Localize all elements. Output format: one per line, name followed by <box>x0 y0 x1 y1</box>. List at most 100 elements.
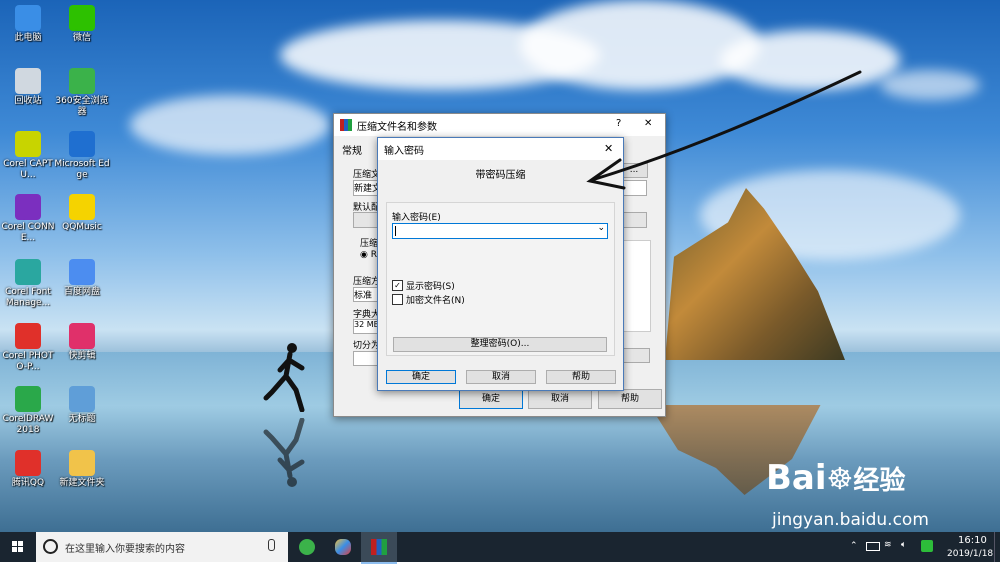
text-caret <box>395 226 396 236</box>
dict-value: 32 MB <box>354 320 380 329</box>
desktop-icon[interactable]: 微信 <box>54 5 110 44</box>
paw-icon: ☸ <box>826 462 854 497</box>
options-panel <box>621 240 651 332</box>
back-cancel-button[interactable]: 取消 <box>528 389 592 409</box>
desktop-icon-label: Microsoft Edge <box>54 159 110 180</box>
show-password-checkbox[interactable]: ✓ 显示密码(S) <box>392 279 455 292</box>
desktop-icon-label: 新建文件夹 <box>59 478 105 488</box>
runner-silhouette <box>263 343 305 412</box>
cloud <box>130 95 330 155</box>
winrar-app-icon <box>340 119 352 131</box>
desktop-icon-label: 回收站 <box>14 96 42 106</box>
archive-dialog-title: 压缩文件名和参数 <box>357 121 437 133</box>
watermark-brand: Bai <box>766 458 827 498</box>
desktop-icon[interactable]: Corel CAPTU... <box>0 131 56 181</box>
clock-date[interactable]: 2019/1/18 <box>947 549 993 559</box>
show-password-label: 显示密码(S) <box>406 282 455 292</box>
back-help-button[interactable]: 帮助 <box>598 389 662 409</box>
method-label: 压缩方 <box>353 277 381 287</box>
cloud <box>880 70 980 100</box>
chevron-down-icon[interactable]: ⌄ <box>597 223 605 233</box>
runner-reflection <box>263 418 305 487</box>
show-desktop-button[interactable] <box>994 532 1000 562</box>
desktop-icon[interactable]: 回收站 <box>0 68 56 107</box>
desktop-icon-label: Corel CAPTU... <box>3 159 53 180</box>
clock-time[interactable]: 16:10 <box>958 535 987 546</box>
desktop-icon-label: Corel CONNE... <box>1 222 55 243</box>
winrar-taskbar-icon[interactable] <box>361 532 397 564</box>
desktop-icon[interactable]: QQMusic <box>54 194 110 233</box>
qq-icon <box>15 450 41 476</box>
cancel-button[interactable]: 取消 <box>466 370 536 384</box>
chevron-up-icon[interactable]: ⌃ <box>850 541 858 551</box>
desktop-icon-label: Corel PHOTO-P... <box>2 351 54 372</box>
desktop-icon-label: 快剪辑 <box>68 351 96 361</box>
desktop-icon-label: CorelDRAW 2018 <box>2 414 54 435</box>
taskbar: 在这里输入你要搜索的内容 ⌃ ≋ 🔈︎ 16:10 2019/1/18 <box>0 532 1000 564</box>
desktop-icon-label: QQMusic <box>62 222 102 232</box>
split-label: 切分为 <box>353 341 381 351</box>
battery-icon[interactable] <box>866 542 880 551</box>
desktop-icon-label: 微信 <box>72 33 91 43</box>
desktop-icon[interactable]: 新建文件夹 <box>54 450 110 489</box>
password-label: 输入密码(E) <box>392 213 441 223</box>
baidu-watermark-logo: Bai☸经验 <box>766 458 905 498</box>
checkbox-checked-icon: ✓ <box>392 280 403 291</box>
untitled-icon <box>69 386 95 412</box>
edge-icon <box>69 131 95 157</box>
corel-font-icon <box>15 259 41 285</box>
watermark-brand-cn: 经验 <box>853 466 906 496</box>
360-browser-taskbar-icon[interactable] <box>289 532 325 562</box>
desktop-icon-label: 百度网盘 <box>63 287 100 297</box>
encrypt-filenames-checkbox[interactable]: 加密文件名(N) <box>392 293 465 306</box>
desktop-icon[interactable]: CorelDRAW 2018 <box>0 386 56 436</box>
back-ok-button[interactable]: 确定 <box>459 389 523 409</box>
password-input[interactable]: ⌄ <box>392 223 608 239</box>
method-value: 标准 <box>354 291 373 301</box>
coreldraw-icon <box>15 386 41 412</box>
folder-icon <box>69 450 95 476</box>
help-button[interactable]: 帮助 <box>546 370 616 384</box>
desktop-icon-label: Corel Font Manage... <box>5 287 51 308</box>
search-box[interactable]: 在这里输入你要搜索的内容 <box>36 532 288 562</box>
tab-general[interactable]: 常规 <box>342 142 362 157</box>
microphone-icon[interactable] <box>268 539 275 551</box>
annotation-arrow <box>586 70 862 190</box>
wechat-icon <box>69 5 95 31</box>
checkbox-unchecked-icon <box>392 294 403 305</box>
desktop-icon[interactable]: 此电脑 <box>0 5 56 44</box>
wifi-icon[interactable]: ≋ <box>884 540 892 550</box>
desktop-icon[interactable]: Corel PHOTO-P... <box>0 323 56 373</box>
organize-passwords-button[interactable]: 整理密码(O)... <box>393 337 607 352</box>
volume-icon[interactable]: 🔈︎ <box>901 540 906 550</box>
paint-taskbar-icon[interactable] <box>325 532 361 562</box>
pc-icon <box>15 5 41 31</box>
360-browser-icon <box>69 68 95 94</box>
encrypt-filenames-label: 加密文件名(N) <box>406 296 465 306</box>
desktop-icon[interactable]: 快剪辑 <box>54 323 110 362</box>
desktop-icon[interactable]: Corel CONNE... <box>0 194 56 244</box>
desktop-icon-label: 360安全浏览器 <box>55 96 109 117</box>
start-button[interactable] <box>0 532 36 562</box>
corel-capture-icon <box>15 131 41 157</box>
desktop-icon[interactable]: Corel Font Manage... <box>0 259 56 309</box>
corel-photopaint-icon <box>15 323 41 349</box>
recycle-bin-icon <box>15 68 41 94</box>
search-placeholder: 在这里输入你要搜索的内容 <box>65 544 185 555</box>
qqmusic-icon <box>69 194 95 220</box>
desktop-icon-label: 腾讯QQ <box>11 478 45 488</box>
watermark-url: jingyan.baidu.com <box>772 510 929 530</box>
desktop-icon[interactable]: 360安全浏览器 <box>54 68 110 118</box>
password-dialog-title: 输入密码 <box>384 145 424 157</box>
desktop-icon[interactable]: Microsoft Edge <box>54 131 110 181</box>
desktop-icon-label: 无标题 <box>68 414 96 424</box>
360-tray-icon[interactable] <box>921 540 933 552</box>
search-icon <box>43 539 58 554</box>
split-right-field[interactable] <box>621 348 650 363</box>
corel-connect-icon <box>15 194 41 220</box>
kuaijianji-icon <box>69 323 95 349</box>
ok-button[interactable]: 确定 <box>386 370 456 384</box>
desktop-icon[interactable]: 百度网盘 <box>54 259 110 298</box>
desktop-icon[interactable]: 无标题 <box>54 386 110 425</box>
desktop-icon[interactable]: 腾讯QQ <box>0 450 56 489</box>
